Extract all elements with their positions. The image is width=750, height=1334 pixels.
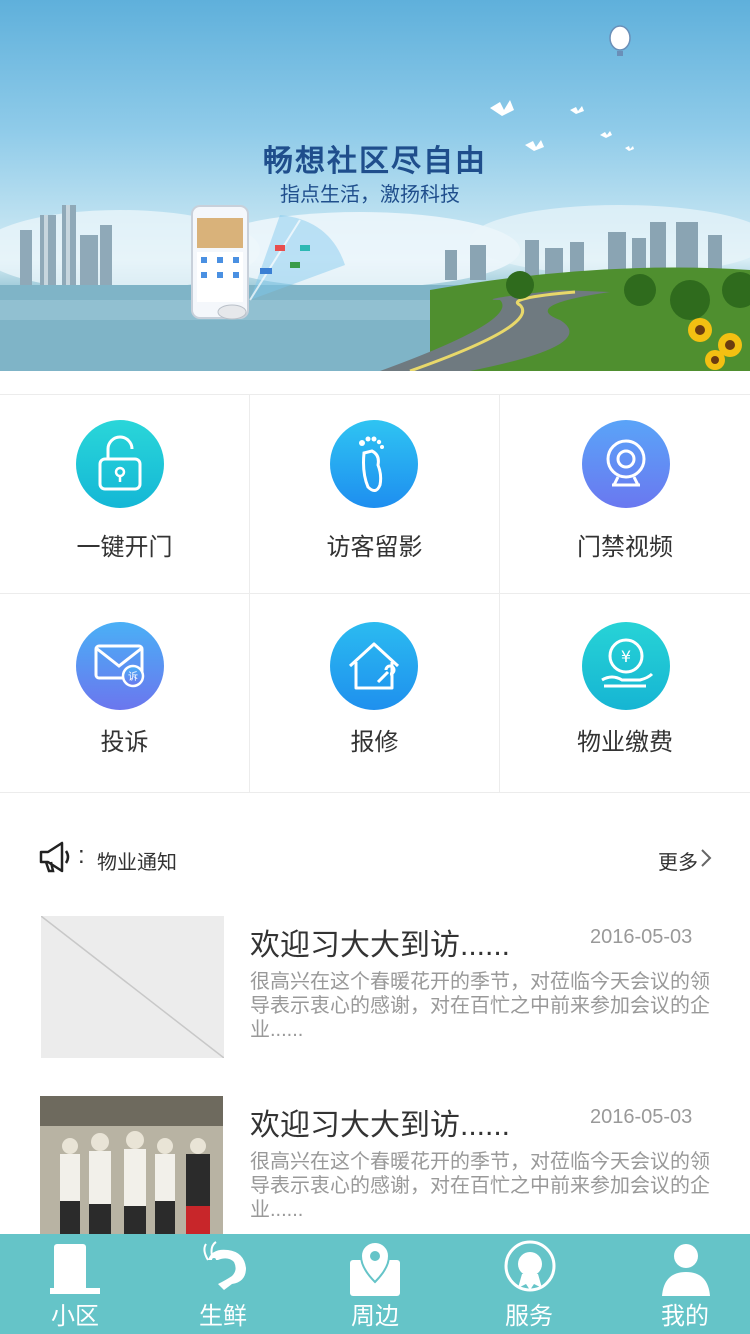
tab-label: 小区: [51, 1303, 99, 1330]
chevron-right-icon[interactable]: [699, 848, 713, 868]
svg-text:诉: 诉: [128, 670, 138, 683]
feature-complaint[interactable]: 诉 投诉: [0, 594, 250, 793]
feature-repair[interactable]: 报修: [250, 594, 500, 793]
banner-subtitle: 指点生活，激扬科技: [280, 184, 460, 206]
payment-hand-icon: ¥: [582, 622, 670, 710]
banner-title: 畅想社区尽自由: [263, 145, 487, 178]
feature-property-fee[interactable]: ¥ 物业缴费: [500, 594, 750, 793]
bottom-tab-bar: 小区 生鲜 周边 服务 我的: [0, 1234, 750, 1334]
app-screen: 畅想社区尽自由 指点生活，激扬科技 一键开门 访客留影 门禁视频 诉 投诉 报修…: [0, 0, 750, 1334]
news-date: 2016-05-03: [590, 926, 693, 948]
more-link[interactable]: 更多: [658, 846, 698, 875]
news-title[interactable]: 欢迎习大大到访......: [250, 920, 510, 964]
tab-community[interactable]: 小区: [0, 1234, 150, 1334]
news-summary: 很高兴在这个春暖花开的季节，对莅临今天会议的领导表示衷心的感谢，对在百忙之中前来…: [250, 971, 710, 1041]
feature-grid: 一键开门 访客留影 门禁视频 诉 投诉 报修 ¥ 物业缴费: [0, 394, 750, 793]
notice-header: : 物业通知 更多: [0, 830, 750, 886]
svg-text:¥: ¥: [621, 647, 631, 666]
tab-mine[interactable]: 我的: [610, 1234, 750, 1334]
megaphone-icon: [39, 841, 70, 873]
image-placeholder-icon: [41, 916, 224, 1058]
tab-fresh[interactable]: 生鲜: [148, 1234, 298, 1334]
feature-visitor-photo[interactable]: 访客留影: [250, 395, 500, 594]
tab-nearby[interactable]: 周边: [300, 1234, 450, 1334]
webcam-icon: [582, 420, 670, 508]
people-photo-image: [40, 1096, 223, 1234]
news-thumbnail-placeholder: [41, 916, 224, 1058]
news-date: 2016-05-03: [590, 1106, 693, 1128]
news-summary: 很高兴在这个春暖花开的季节，对莅临今天会议的领导表示衷心的感谢，对在百忙之中前来…: [250, 1151, 710, 1221]
shrimp-icon: [203, 1241, 246, 1290]
feature-unlock-door[interactable]: 一键开门: [0, 395, 250, 594]
feature-label: 门禁视频: [577, 534, 673, 561]
tab-service[interactable]: 服务: [454, 1234, 604, 1334]
feature-label: 报修: [350, 729, 399, 756]
footprint-icon: [330, 420, 418, 508]
news-item[interactable]: 欢迎习大大到访...... 2016-05-03 很高兴在这个春暖花开的季节，对…: [0, 916, 750, 1059]
hero-banner[interactable]: 畅想社区尽自由 指点生活，激扬科技: [0, 0, 750, 371]
tab-label: 服务: [505, 1303, 553, 1330]
feature-label: 访客留影: [326, 534, 423, 561]
tab-label: 周边: [351, 1303, 399, 1330]
tab-label: 我的: [661, 1303, 709, 1330]
notice-colon: :: [78, 842, 85, 869]
feature-label: 投诉: [100, 729, 149, 756]
tab-label: 生鲜: [199, 1303, 247, 1330]
news-item[interactable]: 欢迎习大大到访...... 2016-05-03 很高兴在这个春暖花开的季节，对…: [0, 1096, 750, 1239]
service-badge-icon: [504, 1240, 556, 1292]
complaint-mail-icon: 诉: [76, 622, 164, 710]
feature-label: 一键开门: [76, 534, 173, 561]
user-icon: [662, 1244, 710, 1296]
news-thumbnail-photo: [40, 1096, 223, 1234]
news-title[interactable]: 欢迎习大大到访......: [250, 1100, 510, 1144]
community-icon: [50, 1244, 100, 1294]
repair-house-icon: [330, 622, 418, 710]
notice-title: 物业通知: [97, 852, 177, 874]
unlock-icon: [76, 420, 164, 508]
location-pin-icon: [350, 1240, 400, 1296]
feature-label: 物业缴费: [577, 729, 673, 756]
feature-door-video[interactable]: 门禁视频: [500, 395, 750, 594]
